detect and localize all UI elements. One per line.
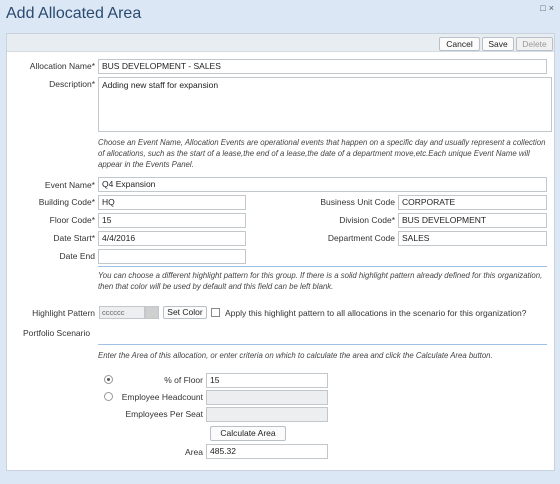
close-icon[interactable]: ×	[549, 3, 554, 13]
footer-strip	[6, 471, 555, 478]
highlight-note: You can choose a different highlight pat…	[98, 271, 543, 291]
divider	[98, 266, 547, 267]
pct-floor-field[interactable]: 15	[206, 373, 328, 388]
apply-all-checkbox[interactable]	[211, 308, 220, 317]
headcount-field[interactable]	[206, 390, 328, 405]
allocation-name-label: Allocation Name*	[29, 61, 95, 71]
building-code-label: Building Code*	[38, 197, 95, 207]
area-note: Enter the Area of this allocation, or en…	[98, 351, 493, 360]
date-end-label: Date End	[59, 251, 95, 261]
floor-code-field[interactable]: 15	[98, 213, 246, 228]
event-note: Choose an Event Name, Allocation Events …	[98, 138, 546, 169]
bu-code-field[interactable]: CORPORATE	[398, 195, 547, 210]
toolbar: Cancel Save Delete	[7, 34, 554, 52]
department-code-label: Department Code	[327, 233, 395, 243]
event-name-label: Event Name*	[44, 180, 95, 190]
description-label: Description*	[49, 79, 95, 89]
area-field[interactable]: 485.32	[206, 444, 328, 459]
pct-floor-label: % of Floor	[164, 375, 203, 385]
highlight-pattern-field[interactable]: cccccc	[99, 306, 145, 319]
title-bar: Add Allocated Area □ ×	[0, 0, 560, 30]
set-color-button[interactable]: Set Color	[163, 306, 207, 319]
save-button[interactable]: Save	[482, 37, 514, 51]
pct-floor-radio[interactable]	[104, 375, 113, 384]
delete-button[interactable]: Delete	[516, 37, 553, 51]
floor-code-label: Floor Code*	[49, 215, 95, 225]
bu-code-label: Business Unit Code	[320, 197, 395, 207]
building-code-field[interactable]: HQ	[98, 195, 246, 210]
date-start-field[interactable]: 4/4/2016	[98, 231, 246, 246]
date-start-label: Date Start*	[53, 233, 95, 243]
headcount-radio[interactable]	[104, 392, 113, 401]
calculate-area-button[interactable]: Calculate Area	[210, 426, 286, 441]
divider	[98, 344, 547, 345]
date-end-field[interactable]	[98, 249, 246, 264]
headcount-label: Employee Headcount	[121, 392, 203, 402]
window-title: Add Allocated Area	[6, 5, 142, 22]
allocation-name-field[interactable]: BUS DEVELOPMENT - SALES	[98, 59, 547, 74]
portfolio-scenario-label: Portfolio Scenario	[23, 328, 91, 338]
description-field[interactable]: Adding new staff for expansion	[98, 77, 552, 132]
per-seat-label: Employees Per Seat	[125, 409, 203, 419]
per-seat-field[interactable]	[206, 407, 328, 422]
area-label: Area	[185, 447, 203, 457]
color-swatch	[145, 306, 159, 319]
form-panel: Cancel Save Delete Allocation Name* BUS …	[6, 33, 555, 471]
restore-icon[interactable]: □	[540, 3, 545, 13]
department-code-field[interactable]: SALES	[398, 231, 547, 246]
apply-all-label: Apply this highlight pattern to all allo…	[225, 308, 527, 318]
division-code-field[interactable]: BUS DEVELOPMENT	[398, 213, 547, 228]
event-name-field[interactable]: Q4 Expansion	[98, 177, 547, 192]
window-controls: □ ×	[537, 3, 554, 13]
highlight-pattern-label: Highlight Pattern	[32, 308, 95, 318]
cancel-button[interactable]: Cancel	[439, 37, 480, 51]
division-code-label: Division Code*	[339, 215, 395, 225]
